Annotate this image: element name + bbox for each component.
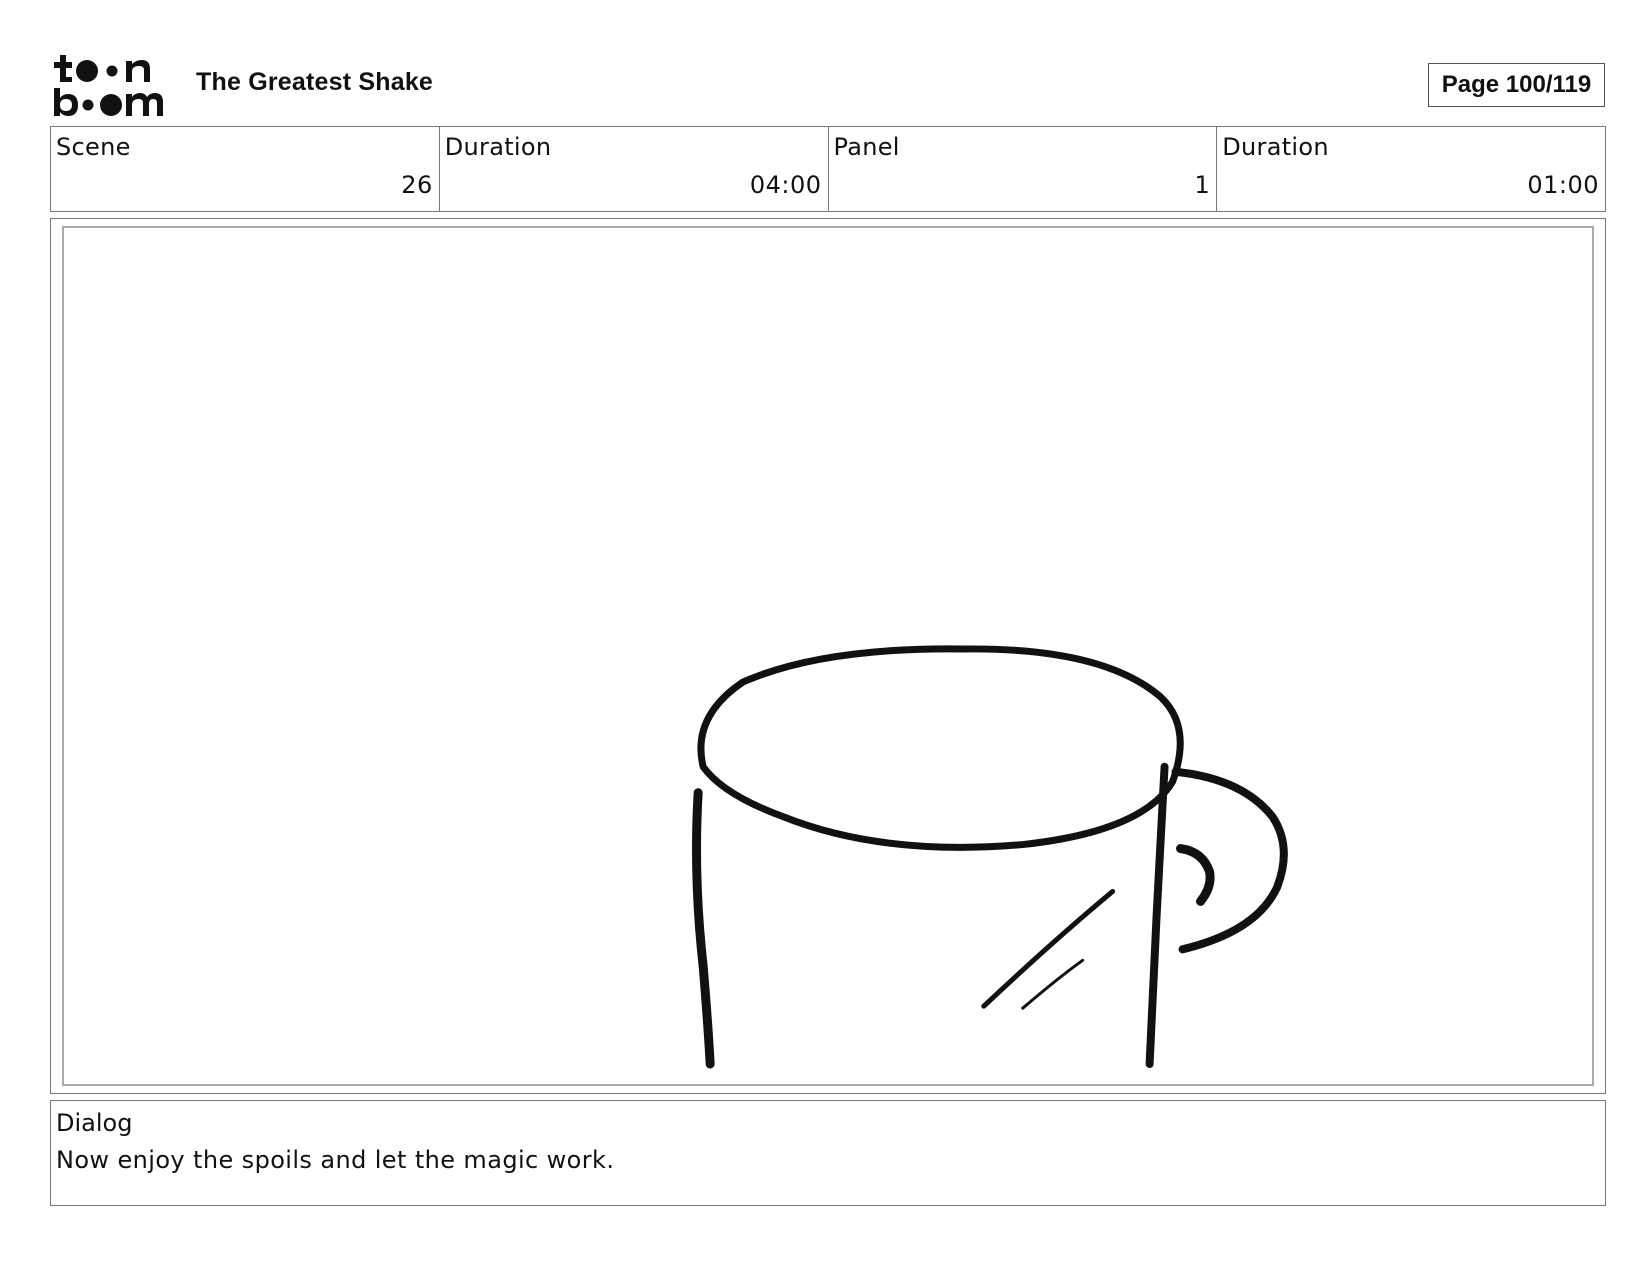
toon-boom-logo-icon [54, 55, 163, 116]
mug-left-side [692, 788, 715, 1069]
panel-label: Panel [833, 133, 900, 161]
page-indicator: Page 100/119 [1428, 63, 1605, 107]
scene-label: Scene [56, 133, 131, 161]
panel-info-table: Scene 26 Duration 04:00 Panel 1 Duration… [50, 126, 1606, 212]
scene-duration-cell: Duration 04:00 [440, 127, 829, 211]
panel-cell: Panel 1 [829, 127, 1218, 211]
scene-duration-label: Duration [444, 133, 552, 161]
panel-duration-value: 01:00 [1527, 171, 1599, 199]
storyboard-panel [50, 218, 1606, 1094]
scene-cell: Scene 26 [51, 127, 440, 211]
mug-handle-inner [1176, 844, 1215, 906]
panel-drawing-area [62, 226, 1594, 1086]
panel-value: 1 [1194, 171, 1211, 199]
mug-shine-long [981, 888, 1116, 1009]
dialog-label: Dialog [56, 1109, 133, 1137]
mug-rim [697, 645, 1184, 851]
panel-duration-cell: Duration 01:00 [1217, 127, 1605, 211]
mug-shine-short [1021, 958, 1085, 1010]
mug-handle-outer [1171, 767, 1288, 954]
mug-sketch-drawing [692, 645, 1288, 1069]
dialog-section: Dialog Now enjoy the spoils and let the … [50, 1100, 1606, 1206]
scene-value: 26 [401, 171, 433, 199]
panel-duration-label: Duration [1222, 133, 1329, 161]
dialog-text: Now enjoy the spoils and let the magic w… [56, 1146, 615, 1174]
toon-boom-logo [52, 52, 172, 118]
mug-right-side [1145, 762, 1169, 1069]
project-title: The Greatest Shake [196, 68, 434, 96]
scene-duration-value: 04:00 [749, 171, 822, 199]
